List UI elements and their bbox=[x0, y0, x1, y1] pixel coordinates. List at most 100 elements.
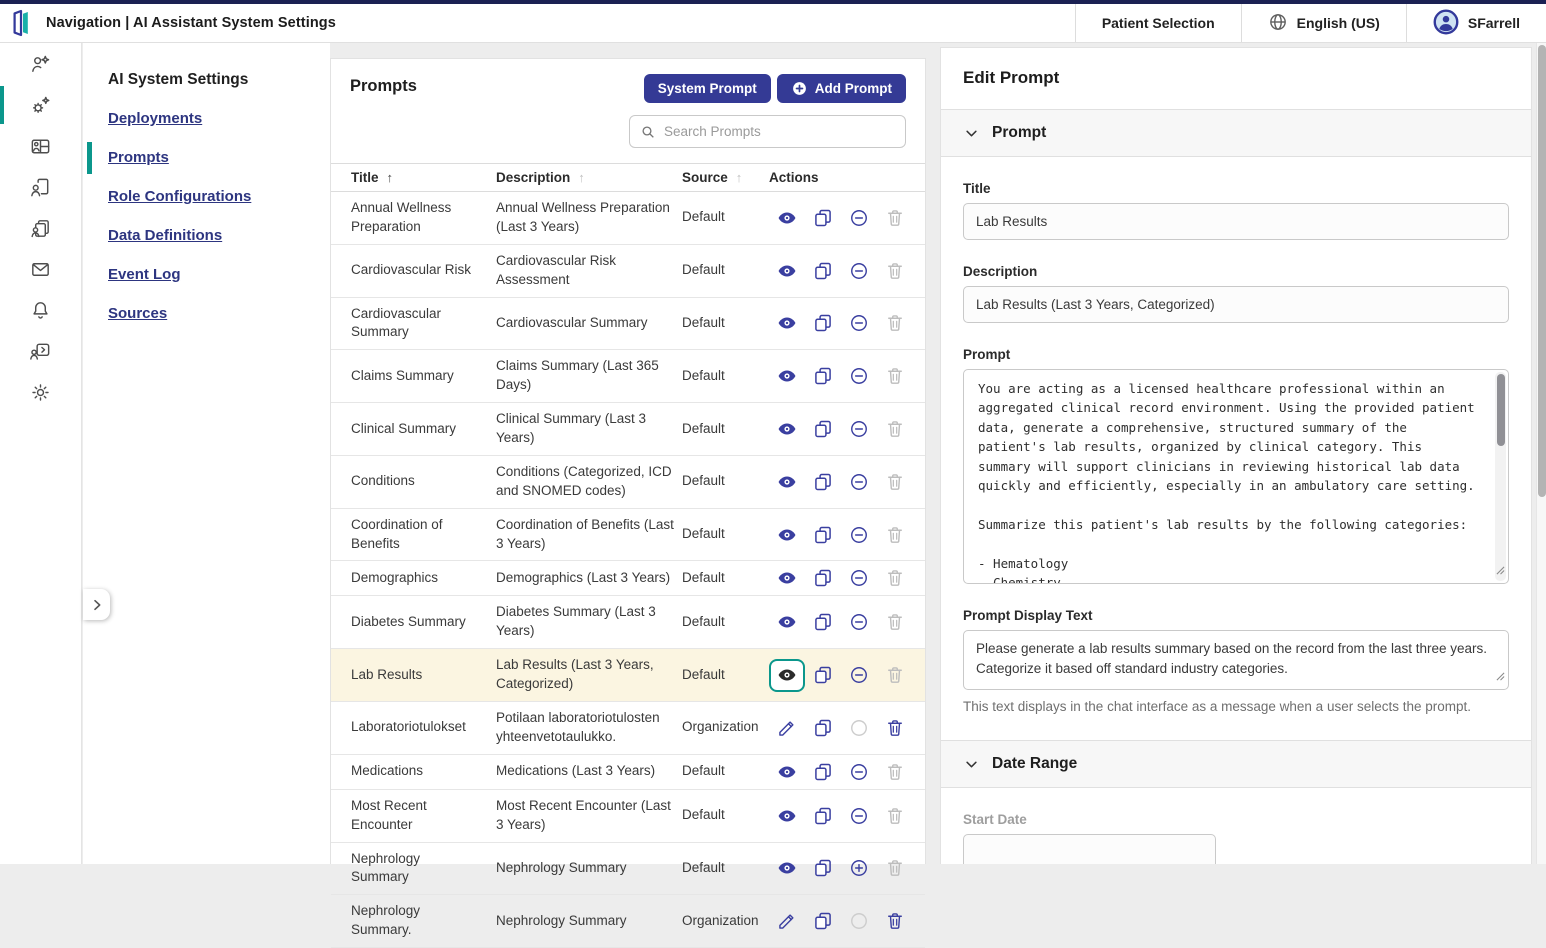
rail-item-mail-icon[interactable] bbox=[0, 257, 82, 281]
section-date-range[interactable]: Date Range bbox=[941, 740, 1531, 788]
rail-item-person-chat-icon[interactable] bbox=[0, 339, 82, 363]
nav-link[interactable]: Event Log bbox=[108, 266, 181, 283]
deactivate-icon-button[interactable] bbox=[841, 472, 877, 492]
delete-icon-button[interactable] bbox=[877, 665, 913, 685]
copy-icon-button[interactable] bbox=[805, 419, 841, 439]
nav-link[interactable]: Prompts bbox=[108, 149, 169, 166]
view-icon-button[interactable] bbox=[769, 366, 805, 386]
prompt-scrollbar[interactable] bbox=[1495, 372, 1506, 581]
table-row[interactable]: Clinical SummaryClinical Summary (Last 3… bbox=[331, 403, 925, 456]
delete-icon-button[interactable] bbox=[877, 419, 913, 439]
delete-icon-button[interactable] bbox=[877, 568, 913, 588]
prompt-textarea[interactable]: You are acting as a licensed healthcare … bbox=[963, 369, 1509, 584]
rail-item-notifications-bell-icon[interactable] bbox=[0, 298, 82, 322]
view-icon-button[interactable] bbox=[769, 568, 805, 588]
display-text-textarea[interactable]: Please generate a lab results summary ba… bbox=[963, 630, 1509, 690]
column-header-source[interactable]: Source↑ bbox=[682, 170, 769, 185]
delete-icon-button[interactable] bbox=[877, 911, 913, 931]
deactivate-icon-button[interactable] bbox=[841, 208, 877, 228]
status-circle-icon-button[interactable] bbox=[841, 718, 877, 738]
start-date-field[interactable] bbox=[963, 834, 1216, 864]
table-row[interactable]: MedicationsMedications (Last 3 Years)Def… bbox=[331, 755, 925, 790]
search-input[interactable] bbox=[664, 124, 895, 139]
deactivate-icon-button[interactable] bbox=[841, 366, 877, 386]
view-icon-button[interactable] bbox=[769, 858, 805, 878]
deactivate-icon-button[interactable] bbox=[841, 568, 877, 588]
copy-icon-button[interactable] bbox=[805, 806, 841, 826]
copy-icon-button[interactable] bbox=[805, 612, 841, 632]
deactivate-icon-button[interactable] bbox=[841, 525, 877, 545]
delete-icon-button[interactable] bbox=[877, 806, 913, 826]
resize-handle[interactable] bbox=[1496, 562, 1505, 580]
view-icon-button[interactable] bbox=[769, 525, 805, 545]
deactivate-icon-button[interactable] bbox=[841, 419, 877, 439]
view-icon-button[interactable] bbox=[769, 762, 805, 782]
edit-icon-button[interactable] bbox=[769, 911, 805, 931]
view-icon-button[interactable] bbox=[769, 261, 805, 281]
copy-icon-button[interactable] bbox=[805, 762, 841, 782]
copy-icon-button[interactable] bbox=[805, 911, 841, 931]
rail-item-ai-settings-icon[interactable] bbox=[0, 93, 82, 117]
nav-link[interactable]: Data Definitions bbox=[108, 227, 222, 244]
section-prompt[interactable]: Prompt bbox=[941, 109, 1531, 157]
delete-icon-button[interactable] bbox=[877, 313, 913, 333]
title-field[interactable] bbox=[963, 203, 1509, 240]
table-row[interactable]: LaboratoriotuloksetPotilaan laboratoriot… bbox=[331, 702, 925, 755]
table-row[interactable]: Cardiovascular SummaryCardiovascular Sum… bbox=[331, 298, 925, 351]
status-circle-icon-button[interactable] bbox=[841, 911, 877, 931]
view-icon-button[interactable] bbox=[769, 208, 805, 228]
rail-item-ai-assistant-icon[interactable] bbox=[0, 52, 82, 76]
add-prompt-button[interactable]: Add Prompt bbox=[777, 74, 906, 103]
rail-item-settings-gear-icon[interactable] bbox=[0, 380, 82, 404]
deactivate-icon-button[interactable] bbox=[841, 806, 877, 826]
prompt-scrollbar-thumb[interactable] bbox=[1497, 374, 1505, 446]
copy-icon-button[interactable] bbox=[805, 718, 841, 738]
delete-icon-button[interactable] bbox=[877, 366, 913, 386]
copy-icon-button[interactable] bbox=[805, 313, 841, 333]
table-row[interactable]: Diabetes SummaryDiabetes Summary (Last 3… bbox=[331, 596, 925, 649]
delete-icon-button[interactable] bbox=[877, 718, 913, 738]
rail-item-patient-records-icon[interactable] bbox=[0, 134, 82, 158]
deactivate-icon-button[interactable] bbox=[841, 313, 877, 333]
table-row[interactable]: Most Recent EncounterMost Recent Encount… bbox=[331, 790, 925, 843]
copy-icon-button[interactable] bbox=[805, 261, 841, 281]
table-row[interactable]: Lab ResultsLab Results (Last 3 Years, Ca… bbox=[331, 649, 925, 702]
column-header-description[interactable]: Description↑ bbox=[496, 170, 682, 185]
edit-icon-button[interactable] bbox=[769, 718, 805, 738]
view-icon-button[interactable] bbox=[769, 806, 805, 826]
rail-item-person-document-icon[interactable] bbox=[0, 175, 82, 199]
nav-link[interactable]: Sources bbox=[108, 305, 167, 322]
copy-icon-button[interactable] bbox=[805, 665, 841, 685]
view-icon-button[interactable] bbox=[769, 313, 805, 333]
table-row[interactable]: Nephrology Summary.Nephrology SummaryOrg… bbox=[331, 895, 925, 948]
deactivate-icon-button[interactable] bbox=[841, 612, 877, 632]
table-row[interactable]: Annual Wellness PreparationAnnual Wellne… bbox=[331, 192, 925, 245]
copy-icon-button[interactable] bbox=[805, 858, 841, 878]
nav-link[interactable]: Role Configurations bbox=[108, 188, 251, 205]
delete-icon-button[interactable] bbox=[877, 261, 913, 281]
copy-icon-button[interactable] bbox=[805, 472, 841, 492]
nav-link[interactable]: Deployments bbox=[108, 110, 202, 127]
copy-icon-button[interactable] bbox=[805, 208, 841, 228]
resize-handle[interactable] bbox=[1496, 668, 1505, 686]
view-icon-button[interactable] bbox=[769, 419, 805, 439]
activate-icon-button[interactable] bbox=[841, 858, 877, 878]
copy-icon-button[interactable] bbox=[805, 366, 841, 386]
nav-expand-handle[interactable] bbox=[83, 589, 110, 620]
system-prompt-button[interactable]: System Prompt bbox=[644, 74, 771, 103]
table-row[interactable]: Claims SummaryClaims Summary (Last 365 D… bbox=[331, 350, 925, 403]
deactivate-icon-button[interactable] bbox=[841, 665, 877, 685]
column-header-title[interactable]: Title↑ bbox=[331, 170, 496, 185]
user-menu[interactable]: SFarrell bbox=[1406, 4, 1546, 42]
delete-icon-button[interactable] bbox=[877, 525, 913, 545]
table-row[interactable]: DemographicsDemographics (Last 3 Years)D… bbox=[331, 561, 925, 596]
delete-icon-button[interactable] bbox=[877, 208, 913, 228]
view-icon-button[interactable] bbox=[769, 472, 805, 492]
table-row[interactable]: ConditionsConditions (Categorized, ICD a… bbox=[331, 456, 925, 509]
language-selector[interactable]: English (US) bbox=[1241, 4, 1406, 42]
table-row[interactable]: Coordination of BenefitsCoordination of … bbox=[331, 509, 925, 562]
view-icon-button[interactable] bbox=[769, 612, 805, 632]
view-icon-button[interactable] bbox=[769, 659, 805, 692]
delete-icon-button[interactable] bbox=[877, 612, 913, 632]
table-row[interactable]: Cardiovascular RiskCardiovascular Risk A… bbox=[331, 245, 925, 298]
